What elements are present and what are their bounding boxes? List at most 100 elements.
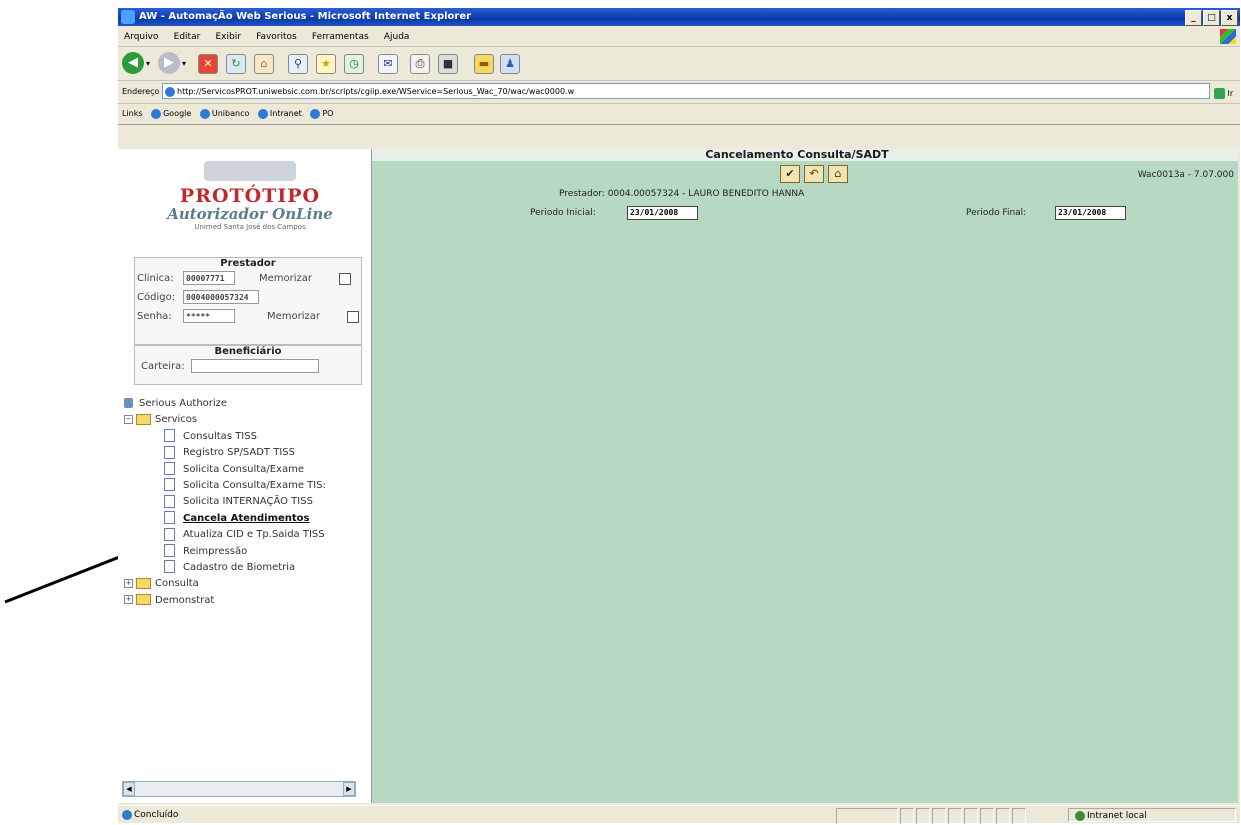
home-icon[interactable]: ⌂	[254, 54, 274, 74]
minimize-button[interactable]: _	[1185, 10, 1202, 26]
tree-item-label: Consultas TISS	[183, 430, 257, 442]
logo: PROTÓTIPO Autorizador OnLine Unimed Sant…	[152, 161, 348, 251]
tree-item-cancela-atendimentos[interactable]: Cancela Atendimentos	[124, 511, 326, 527]
link-google[interactable]: Google	[151, 108, 192, 119]
status-segment	[996, 808, 1010, 824]
status-segment	[932, 808, 946, 824]
status-segment	[948, 808, 962, 824]
refresh-icon[interactable]: ↻	[226, 54, 246, 74]
page-icon	[164, 478, 175, 492]
link-icon	[199, 108, 210, 119]
page-icon	[164, 544, 175, 558]
periodo-final-input[interactable]: 23/01/2008	[1055, 206, 1126, 220]
tree-item-reimpressao[interactable]: Reimpressão	[124, 544, 326, 560]
periodo-inicial-input[interactable]: 23/01/2008	[627, 206, 698, 220]
address-input[interactable]: http://ServicosPROT.uniwebsic.com.br/scr…	[162, 83, 1210, 99]
folder-icon[interactable]: ▬	[474, 54, 494, 74]
close-button[interactable]: x	[1221, 10, 1238, 26]
stop-icon[interactable]: ✕	[198, 54, 218, 74]
scroll-left-icon[interactable]: ◀	[123, 782, 135, 796]
link-unibanco[interactable]: Unibanco	[199, 108, 249, 119]
menu-exibir[interactable]: Exibir	[215, 32, 240, 42]
history-icon[interactable]: ◷	[344, 54, 364, 74]
status-segment	[980, 808, 994, 824]
page-icon	[164, 445, 175, 459]
tree-root[interactable]: Serious Authorize	[124, 396, 326, 412]
mail-icon[interactable]: ✉	[378, 54, 398, 74]
links-bar: Links Google Unibanco Intranet PO	[118, 104, 1240, 125]
home-icon: ⌂	[834, 167, 842, 180]
codigo-input[interactable]: 0004000057324	[183, 290, 259, 304]
address-label: Endereço	[122, 87, 160, 96]
page-title: Cancelamento Consulta/SADT	[705, 148, 889, 161]
page-icon	[164, 494, 175, 508]
senha-input[interactable]: *****	[183, 309, 235, 323]
print-icon[interactable]: ⎙	[410, 54, 430, 74]
search-icon[interactable]: ⚲	[288, 54, 308, 74]
tree-item-consultas-tiss[interactable]: Consultas TISS	[124, 429, 326, 445]
menu-favoritos[interactable]: Favoritos	[256, 32, 297, 42]
tree-consulta[interactable]: + Consulta	[124, 576, 326, 592]
link-intranet[interactable]: Intranet	[257, 108, 302, 119]
confirm-button[interactable]: ✔	[780, 165, 800, 183]
link-po[interactable]: PO	[310, 108, 333, 119]
beneficiario-title: Beneficiário	[214, 346, 282, 357]
messenger-icon[interactable]: ♟	[500, 54, 520, 74]
tree-item-label: Solicita INTERNAÇÃO TISS	[183, 496, 313, 508]
home-button[interactable]: ⌂	[828, 165, 848, 183]
status-segment	[900, 808, 914, 824]
toolbar: ◀ ▾ ▶ ▾ ✕ ↻ ⌂ ⚲ ★ ◷ ✉ ⎙ ■ ▬ ♟	[118, 47, 1240, 81]
senha-row: Senha: ***** Memorizar	[135, 307, 361, 326]
page-icon	[164, 462, 175, 476]
page-icon	[165, 86, 175, 97]
tree-item-registro-sadt[interactable]: Registro SP/SADT TISS	[124, 445, 326, 461]
tree-demonstrat[interactable]: + Demonstrat	[124, 593, 326, 609]
horizontal-scrollbar[interactable]: ◀ ▶	[122, 781, 356, 797]
logo-line1: PROTÓTIPO	[179, 185, 321, 207]
carteira-label: Carteira:	[141, 361, 185, 372]
tree-item-solicita-consulta[interactable]: Solicita Consulta/Exame	[124, 462, 326, 478]
scroll-right-icon[interactable]: ▶	[343, 782, 355, 796]
ie-app-icon	[121, 10, 135, 24]
beneficiario-box: Beneficiário Carteira:	[134, 345, 362, 385]
memorizar-label: Memorizar	[267, 311, 321, 322]
menu-arquivo[interactable]: Arquivo	[124, 32, 158, 42]
browser-window: AW - AutomaçÃo Web Serious - Microsoft I…	[118, 8, 1240, 824]
tree-item-solicita-internacao[interactable]: Solicita INTERNAÇÃO TISS	[124, 494, 326, 510]
clinica-input[interactable]: 00007771	[183, 271, 235, 285]
tree-servicos[interactable]: − Servicos	[124, 412, 326, 428]
expand-icon[interactable]: +	[124, 578, 133, 588]
edit-icon[interactable]: ■	[438, 54, 458, 74]
link-label: Google	[163, 109, 192, 118]
forward-dropdown-icon[interactable]: ▾	[182, 59, 186, 81]
page-icon	[164, 560, 175, 574]
back-dropdown-icon[interactable]: ▾	[146, 59, 150, 81]
tree-item-solicita-consulta-tiss[interactable]: Solicita Consulta/Exame TIS:	[124, 478, 326, 494]
memorizar-senha-checkbox[interactable]	[347, 311, 359, 323]
back-icon[interactable]: ◀	[122, 52, 144, 74]
zone-segment: Intranet local	[1068, 808, 1236, 822]
check-icon: ✔	[785, 167, 795, 180]
go-button[interactable]: Ir	[1214, 83, 1236, 99]
periodo-inicial-label: Periodo Inicial:	[530, 208, 596, 218]
maximize-button[interactable]: □	[1203, 10, 1220, 26]
collapse-icon[interactable]: −	[124, 414, 133, 424]
go-arrow-icon	[1214, 88, 1225, 99]
periodo-final-label: Periodo Final:	[966, 208, 1027, 218]
carteira-input[interactable]	[191, 359, 319, 373]
menu-ajuda[interactable]: Ajuda	[384, 32, 410, 42]
menu-ferramentas[interactable]: Ferramentas	[312, 32, 369, 42]
link-label: Intranet	[269, 109, 302, 118]
favorites-icon[interactable]: ★	[316, 54, 336, 74]
tree-item-atualiza-cid[interactable]: Atualiza CID e Tp.Saida TISS	[124, 527, 326, 543]
title-bar: AW - AutomaçÃo Web Serious - Microsoft I…	[118, 8, 1240, 26]
memorizar-clinica-checkbox[interactable]	[339, 273, 351, 285]
tree-item-cadastro-biometria[interactable]: Cadastro de Biometria	[124, 560, 326, 576]
undo-icon: ↶	[809, 167, 819, 180]
back-button[interactable]: ↶	[804, 165, 824, 183]
expand-icon[interactable]: +	[124, 595, 133, 605]
page-icon	[164, 527, 175, 541]
page-icon	[164, 429, 175, 443]
forward-icon[interactable]: ▶	[158, 52, 180, 74]
menu-editar[interactable]: Editar	[174, 32, 201, 42]
